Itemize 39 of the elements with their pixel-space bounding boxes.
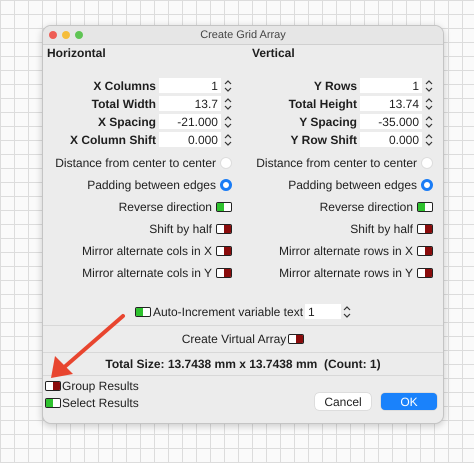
- field-label: X Spacing: [98, 114, 156, 128]
- toggle-label: Mirror alternate rows in Y: [279, 266, 413, 280]
- total-size-text: Total Size: 13.7438 mm x 13.7438 mm (Count: 1): [105, 357, 381, 371]
- number-field[interactable]: 0.000: [158, 132, 221, 147]
- number-field[interactable]: 13.7: [158, 96, 221, 111]
- section-heading: Vertical: [252, 46, 295, 60]
- radio-label: Distance from center to center: [256, 156, 417, 170]
- number-field[interactable]: -21.000: [158, 114, 221, 129]
- field-label: Y Spacing: [299, 114, 357, 128]
- toggle-label: Create Virtual Array: [182, 332, 286, 346]
- toggle-label: Select Results: [62, 396, 139, 410]
- number-field[interactable]: 1: [305, 304, 342, 319]
- number-field[interactable]: 1: [158, 78, 221, 93]
- toggle-label: Reverse direction: [118, 200, 212, 214]
- radio-label: Distance from center to center: [55, 156, 216, 170]
- number-field[interactable]: -35.000: [360, 114, 422, 129]
- toggle-label: Mirror alternate cols in Y: [82, 266, 212, 280]
- window-title: Create Grid Array: [200, 29, 286, 41]
- toggle-label: Mirror alternate rows in X: [278, 244, 413, 258]
- number-field[interactable]: 0.000: [360, 132, 422, 147]
- toggle-label: Auto-Increment variable text: [152, 304, 304, 318]
- radio-label: Padding between edges: [87, 178, 216, 192]
- ok-button[interactable]: OK: [381, 393, 437, 410]
- number-field[interactable]: 13.74: [360, 96, 422, 111]
- number-field[interactable]: 1: [360, 78, 422, 93]
- field-label: Total Width: [92, 96, 156, 110]
- toggle-label: Shift by half: [350, 222, 413, 236]
- toggle-label: Shift by half: [149, 222, 212, 236]
- toggle-label: Mirror alternate cols in X: [82, 244, 212, 258]
- toggle-label: Reverse direction: [320, 200, 413, 214]
- field-label: Y Row Shift: [290, 132, 357, 146]
- field-label: Total Height: [288, 96, 357, 110]
- cancel-button[interactable]: Cancel: [315, 393, 371, 410]
- section-heading: Horizontal: [47, 46, 106, 60]
- field-label: Y Rows: [314, 78, 357, 92]
- field-label: X Column Shift: [70, 132, 156, 146]
- field-label: X Columns: [93, 78, 156, 92]
- toggle-label: Group Results: [62, 379, 139, 393]
- radio-label: Padding between edges: [288, 178, 417, 192]
